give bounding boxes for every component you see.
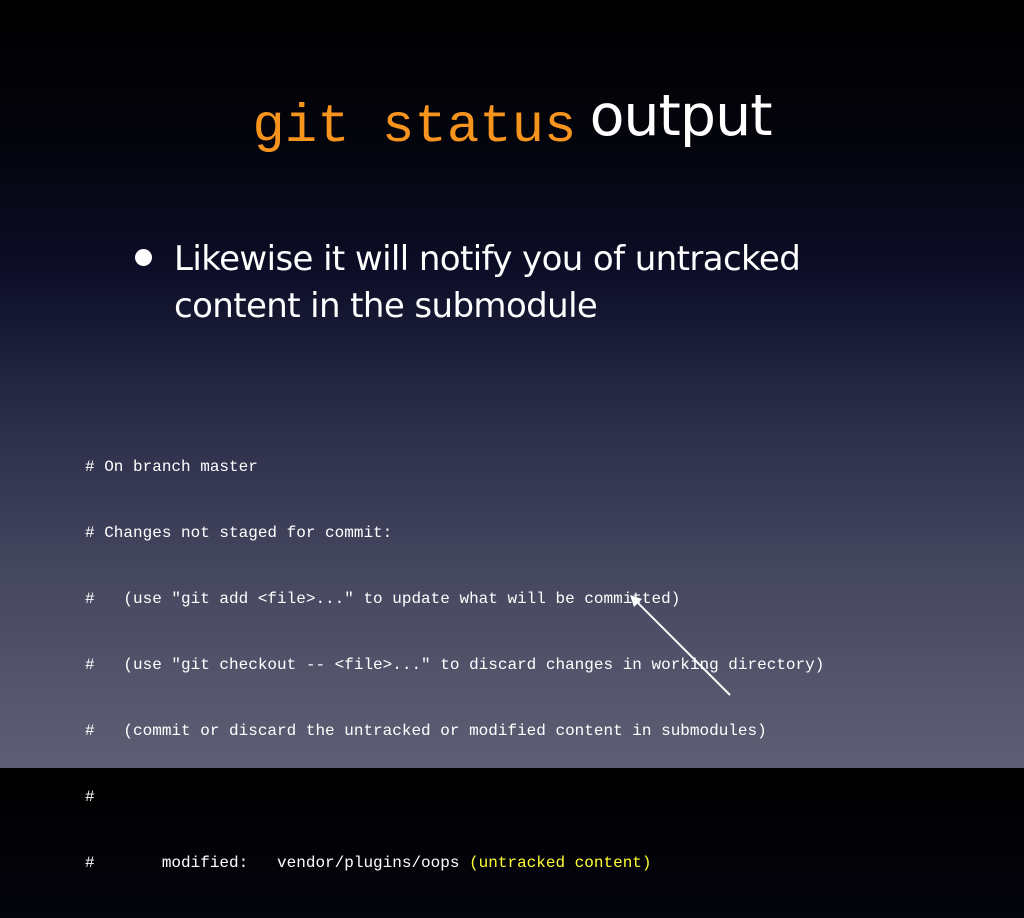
arrow-up-left-icon xyxy=(630,595,731,696)
terminal-output: # On branch master # Changes not staged … xyxy=(85,412,985,918)
slide-title: git status output xyxy=(0,88,1024,155)
terminal-line: # On branch master xyxy=(85,458,258,476)
slide: git status output Likewise it will notif… xyxy=(0,0,1024,873)
bullet-item: Likewise it will notify you of untracked… xyxy=(132,236,852,330)
terminal-line-modified: # modified: vendor/plugins/oops (untrack… xyxy=(85,852,985,874)
terminal-line: # (commit or discard the untracked or mo… xyxy=(85,722,767,740)
title-command: git status xyxy=(252,97,577,158)
terminal-line: # xyxy=(85,788,95,806)
title-suffix: output xyxy=(589,83,773,149)
terminal-line: # (use "git add <file>..." to update wha… xyxy=(85,590,681,608)
terminal-line: # Changes not staged for commit: xyxy=(85,524,393,542)
terminal-line: # (use "git checkout -- <file>..." to di… xyxy=(85,656,825,674)
modified-path-text: # modified: vendor/plugins/oops xyxy=(85,854,470,872)
bullet-list: Likewise it will notify you of untracked… xyxy=(132,236,852,330)
bullet-text-line-2: content in the submodule xyxy=(174,286,598,326)
bullet-dot-icon xyxy=(135,249,152,266)
bullet-text-line-1: Likewise it will notify you of untracked xyxy=(174,239,801,279)
untracked-content-highlight: (untracked content) xyxy=(469,854,652,872)
